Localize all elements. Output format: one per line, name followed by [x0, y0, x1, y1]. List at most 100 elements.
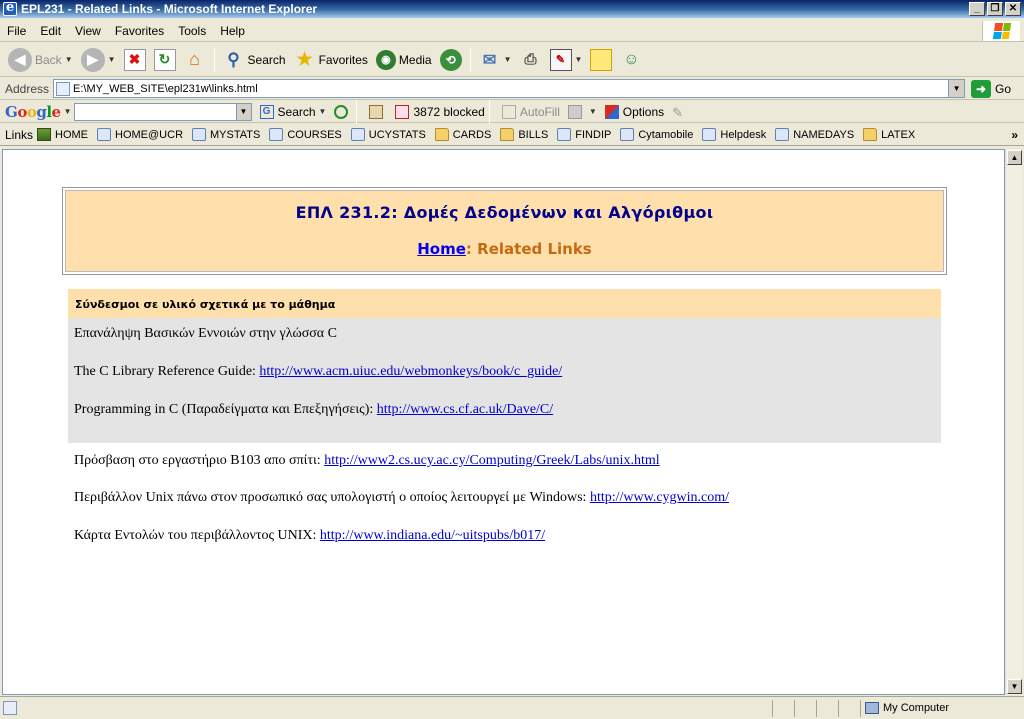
- discuss-button[interactable]: [586, 45, 616, 75]
- google-search-dropdown-icon[interactable]: ▼: [235, 103, 251, 120]
- resize-grip-icon[interactable]: [1010, 700, 1024, 717]
- mail-button[interactable]: ✉ ▼: [475, 45, 516, 75]
- menu-help[interactable]: Help: [213, 24, 252, 38]
- home-button[interactable]: ⌂: [180, 45, 210, 75]
- zone-label: My Computer: [883, 702, 950, 714]
- back-label: Back: [35, 52, 62, 67]
- address-url[interactable]: E:\MY_WEB_SITE\epl231w\links.html: [73, 83, 948, 95]
- link-label: MYSTATS: [210, 128, 261, 141]
- link-courses[interactable]: COURSES: [269, 128, 342, 141]
- menu-edit[interactable]: Edit: [33, 24, 68, 38]
- send-to-dropdown-icon[interactable]: ▼: [589, 107, 597, 116]
- restore-button[interactable]: ❐: [987, 2, 1003, 16]
- folder-icon: [500, 128, 515, 141]
- media-button[interactable]: ◉ Media: [372, 45, 436, 75]
- edit-dropdown-icon[interactable]: ▼: [575, 55, 583, 64]
- print-icon: ⎙: [524, 51, 537, 68]
- highlight-button[interactable]: ✎: [672, 105, 690, 120]
- send-to-icon: [567, 104, 582, 119]
- menu-file[interactable]: File: [0, 24, 33, 38]
- address-bar: Address E:\MY_WEB_SITE\epl231w\links.htm…: [0, 78, 1024, 100]
- link-findip[interactable]: FINDIP: [557, 128, 611, 141]
- link-cards[interactable]: CARDS: [434, 128, 491, 141]
- send-to-button[interactable]: ▼: [567, 104, 597, 119]
- standard-toolbar: ◀ Back ▼ ▶ ▼ ✖ ↻ ⌂ ⚲ Search ★ Favorites …: [0, 43, 1024, 77]
- autofill-button[interactable]: AutoFill: [501, 104, 560, 119]
- forward-button[interactable]: ▶ ▼: [77, 45, 120, 75]
- entry-link[interactable]: http://www.acm.uiuc.edu/webmonkeys/book/…: [259, 364, 562, 379]
- minimize-button[interactable]: _: [969, 2, 985, 16]
- favorites-button[interactable]: ★ Favorites: [290, 45, 372, 75]
- toolbar-divider: [469, 47, 471, 72]
- back-button[interactable]: ◀ Back ▼: [4, 45, 77, 75]
- search-label: Search: [247, 52, 286, 67]
- google-menu-dropdown-icon[interactable]: ▼: [64, 107, 72, 116]
- entry-link[interactable]: http://www2.cs.ucy.ac.cy/Computing/Greek…: [324, 453, 659, 468]
- list-item: Κάρτα Εντολών του περιβάλλοντος UNIX: ht…: [74, 528, 545, 544]
- address-dropdown-icon[interactable]: ▼: [948, 80, 965, 97]
- note-icon: [590, 48, 613, 71]
- page-viewport: ΕΠΛ 231.2: Δομές Δεδομένων και Αλγόριθμο…: [2, 149, 1005, 695]
- link-home[interactable]: HOME: [37, 128, 88, 141]
- print-button[interactable]: ⎙: [516, 45, 546, 75]
- search-button[interactable]: ⚲ Search: [219, 45, 290, 75]
- google-search-button[interactable]: G Search ▼: [259, 104, 327, 119]
- close-button[interactable]: ✕: [1005, 2, 1021, 16]
- popup-blocker-button[interactable]: 3872 blocked: [395, 104, 485, 119]
- list-item: Πρόσβαση στο εργαστήριο Β103 απο σπίτι: …: [74, 453, 660, 469]
- edit-button[interactable]: ✎ ▼: [546, 45, 587, 75]
- history-button[interactable]: ⟲: [436, 45, 466, 75]
- messenger-button[interactable]: ☺: [616, 45, 646, 75]
- link-bills[interactable]: BILLS: [500, 128, 548, 141]
- address-input[interactable]: E:\MY_WEB_SITE\epl231w\links.html ▼: [53, 79, 966, 98]
- menu-favorites[interactable]: Favorites: [108, 24, 171, 38]
- back-dropdown-icon[interactable]: ▼: [65, 55, 73, 64]
- page-icon: [775, 128, 790, 141]
- menu-bar: File Edit View Favorites Tools Help: [0, 20, 1024, 42]
- status-panel: [838, 699, 860, 717]
- news-button[interactable]: [369, 104, 387, 119]
- link-latex[interactable]: LATEX: [863, 128, 915, 141]
- link-helpdesk[interactable]: Helpdesk: [702, 128, 766, 141]
- link-home-ucr[interactable]: HOME@UCR: [97, 128, 183, 141]
- link-mystats[interactable]: MYSTATS: [192, 128, 260, 141]
- link-ucystats[interactable]: UCYSTATS: [350, 128, 426, 141]
- go-label: Go: [995, 81, 1012, 96]
- stop-button[interactable]: ✖: [120, 45, 150, 75]
- pagerank-button[interactable]: [334, 104, 352, 119]
- home-link[interactable]: Home: [417, 240, 466, 258]
- google-search-dropdown-icon[interactable]: ▼: [319, 107, 327, 116]
- scroll-up-arrow-icon[interactable]: ▲: [1007, 150, 1022, 165]
- scroll-down-arrow-icon[interactable]: ▼: [1007, 679, 1022, 694]
- link-namedays[interactable]: NAMEDAYS: [775, 128, 854, 141]
- forward-dropdown-icon[interactable]: ▼: [108, 55, 116, 64]
- link-cytamobile[interactable]: Cytamobile: [620, 128, 693, 141]
- links-more-chevron-icon[interactable]: »: [1011, 128, 1018, 142]
- scroll-track[interactable]: [1007, 166, 1022, 678]
- google-search-input[interactable]: ▼: [73, 102, 252, 121]
- entry-link[interactable]: http://www.cygwin.com/: [590, 490, 729, 505]
- page-icon: [350, 128, 365, 141]
- entry-link[interactable]: http://www.cs.cf.ac.uk/Dave/C/: [377, 402, 553, 417]
- refresh-button[interactable]: ↻: [150, 45, 180, 75]
- news-icon: [369, 104, 384, 119]
- menu-view[interactable]: View: [68, 24, 108, 38]
- ie-app-icon[interactable]: [3, 0, 17, 16]
- menu-tools[interactable]: Tools: [171, 24, 213, 38]
- options-button[interactable]: Options: [604, 104, 664, 119]
- links-label: Links: [5, 127, 34, 142]
- page-status-icon: [3, 701, 17, 715]
- link-label: Helpdesk: [720, 128, 767, 141]
- edit-page-icon: ✎: [549, 48, 572, 71]
- vertical-scrollbar[interactable]: ▲ ▼: [1005, 149, 1022, 695]
- google-search-label: Search: [277, 104, 316, 119]
- page-icon: [702, 128, 717, 141]
- status-bar: My Computer: [0, 696, 1024, 719]
- section-title: Σύνδεσμοι σε υλικό σχετικά με το μάθημα: [68, 289, 941, 318]
- google-logo[interactable]: Google: [5, 103, 61, 121]
- entry-link[interactable]: http://www.indiana.edu/~uitspubs/b017/: [320, 528, 545, 543]
- title-bar[interactable]: EPL231 - Related Links - Microsoft Inter…: [0, 0, 1024, 18]
- go-button[interactable]: ➜ Go: [971, 79, 1012, 98]
- back-arrow-icon: ◀: [8, 47, 32, 72]
- mail-dropdown-icon[interactable]: ▼: [504, 55, 512, 64]
